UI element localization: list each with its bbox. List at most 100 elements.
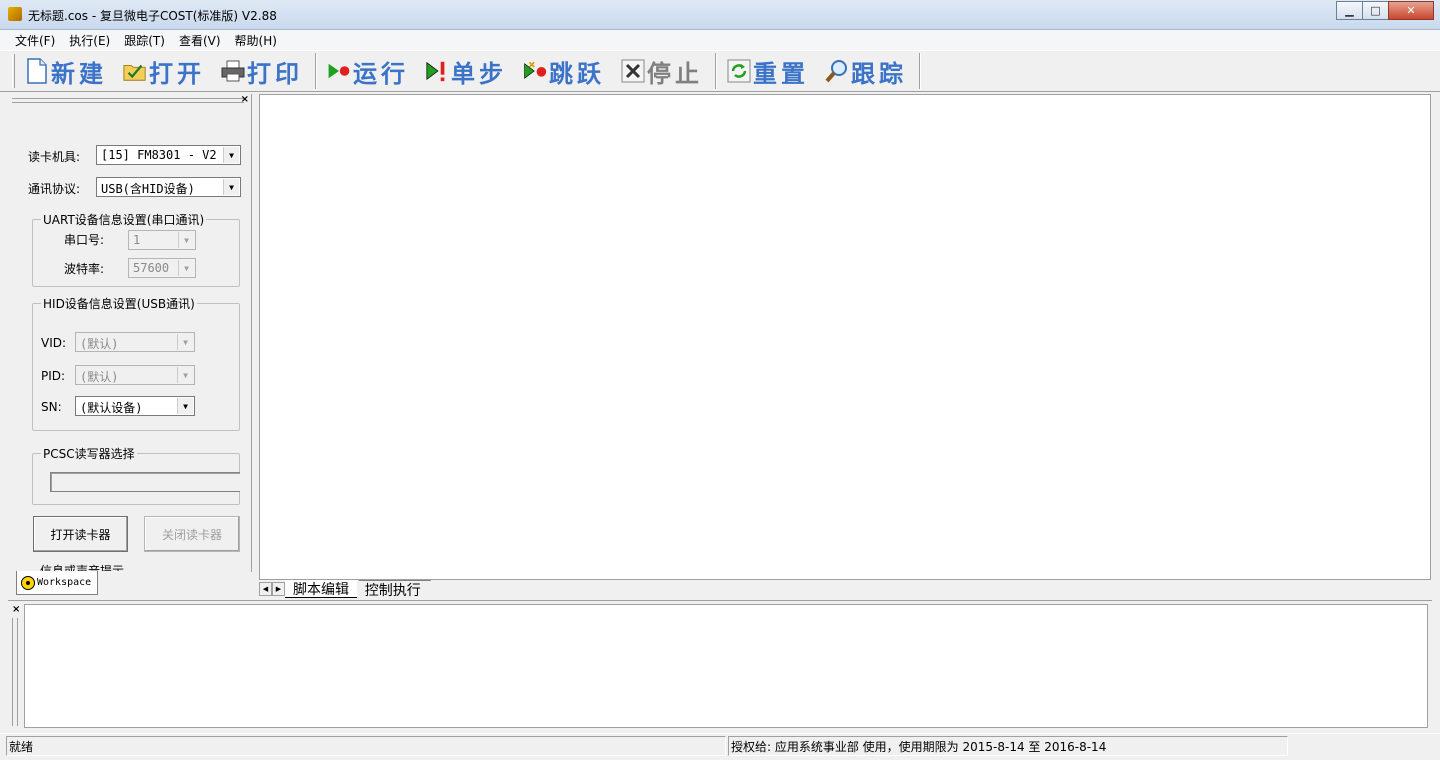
printer-icon [221, 59, 245, 83]
new-document-icon [25, 58, 49, 84]
reader-label: 读卡机具: [28, 150, 81, 164]
sn-label: SN: [41, 400, 62, 414]
menu-help[interactable]: 帮助(H) [228, 32, 284, 49]
new-label: 新建 [51, 58, 107, 88]
status-license: 授权给: 应用系统事业部 使用，使用期限为 2015-8-14 至 2016-8… [728, 736, 1288, 756]
port-label: 串口号: [64, 233, 105, 247]
open-folder-icon [123, 59, 147, 83]
workspace-tab[interactable]: Workspace [16, 571, 98, 595]
output-grip[interactable] [12, 618, 18, 726]
toolbar-separator [919, 53, 921, 89]
jump-button[interactable]: 跳跃 [519, 54, 609, 88]
chevron-down-icon: ▼ [178, 232, 194, 248]
stop-button[interactable]: 停止 [617, 54, 707, 88]
menu-trace[interactable]: 跟踪(T) [117, 32, 172, 49]
vid-select: (默认) ▼ [75, 332, 195, 352]
hid-group-title: HID设备信息设置(USB通讯) [41, 295, 197, 312]
script-editor[interactable] [259, 94, 1431, 580]
port-select: 1 ▼ [128, 230, 196, 250]
minimize-button[interactable]: ▁ [1336, 1, 1363, 20]
baud-select: 57600 ▼ [128, 258, 196, 278]
toolbar-separator [315, 53, 317, 89]
magnifier-icon [825, 59, 849, 83]
print-label: 打印 [247, 58, 303, 88]
step-button[interactable]: 单步 [421, 54, 511, 88]
sn-select[interactable]: (默认设备) ▼ [75, 396, 195, 416]
workspace-close-button[interactable]: × [241, 94, 249, 105]
chevron-down-icon: ▼ [177, 367, 193, 383]
jump-label: 跳跃 [549, 58, 605, 88]
trace-label: 跟踪 [851, 58, 907, 88]
protocol-select-value: USB(含HID设备) [101, 182, 195, 196]
chevron-down-icon: ▼ [177, 334, 193, 350]
pcsc-reader-select[interactable] [50, 472, 240, 492]
output-close-button[interactable]: × [12, 604, 20, 615]
tab-script-edit[interactable]: 脚本编辑 [285, 580, 357, 598]
pid-label: PID: [41, 369, 66, 383]
vid-select-value: (默认) [80, 337, 119, 351]
chevron-down-icon: ▼ [223, 179, 239, 195]
close-button[interactable]: ✕ [1388, 1, 1434, 20]
vid-label: VID: [41, 336, 67, 350]
open-label: 打开 [149, 58, 205, 88]
protocol-label: 通讯协议: [28, 182, 81, 196]
pcsc-group-title: PCSC读写器选择 [41, 445, 137, 462]
step-label: 单步 [451, 58, 507, 88]
window-title: 无标题.cos - 复旦微电子COST(标准版) V2.88 [28, 9, 277, 23]
menu-view[interactable]: 查看(V) [172, 32, 228, 49]
print-button[interactable]: 打印 [217, 54, 307, 88]
toolbar-separator [715, 53, 717, 89]
trace-button[interactable]: 跟踪 [821, 54, 911, 88]
baud-select-value: 57600 [133, 261, 170, 275]
menu-bar: 文件(F) 执行(E) 跟踪(T) 查看(V) 帮助(H) [0, 30, 1440, 50]
pid-select: (默认) ▼ [75, 365, 195, 385]
pid-select-value: (默认) [80, 370, 119, 384]
pcsc-group: PCSC读写器选择 [32, 445, 240, 505]
tab-scroll-left-button[interactable]: ◀ [259, 582, 272, 596]
close-reader-button: 关闭读卡器 [144, 516, 240, 552]
radiation-icon [21, 575, 35, 590]
chevron-down-icon: ▼ [223, 147, 239, 163]
reader-select[interactable]: [15] FM8301 - V2 ▼ [96, 145, 241, 165]
new-button[interactable]: 新建 [21, 54, 111, 88]
port-select-value: 1 [133, 233, 141, 247]
run-label: 运行 [353, 58, 409, 88]
status-ready: 就绪 [6, 736, 726, 756]
output-text-area[interactable] [24, 604, 1428, 728]
maximize-button[interactable]: □ [1362, 1, 1389, 20]
stop-label: 停止 [647, 58, 703, 88]
app-icon [8, 7, 22, 21]
tab-control-execute-label: 控制执行 [364, 582, 421, 599]
tab-control-execute[interactable]: 控制执行 [355, 580, 431, 599]
workspace-panel: × 读卡机具: [15] FM8301 - V2 ▼ 通讯协议: USB(含HI… [8, 94, 252, 572]
reset-label: 重置 [753, 58, 809, 88]
protocol-select[interactable]: USB(含HID设备) ▼ [96, 177, 241, 197]
sn-select-value: (默认设备) [80, 401, 143, 415]
reset-button[interactable]: 重置 [723, 54, 813, 88]
stop-icon [621, 59, 645, 83]
tab-script-edit-label: 脚本编辑 [293, 581, 349, 598]
chevron-down-icon: ▼ [178, 260, 194, 276]
step-icon [425, 59, 449, 83]
uart-group: UART设备信息设置(串口通讯) 串口号: 1 ▼ 波特率: 57600 ▼ [32, 211, 240, 287]
jump-icon [523, 59, 547, 83]
run-icon [327, 59, 351, 83]
menu-file[interactable]: 文件(F) [8, 32, 62, 49]
open-reader-button[interactable]: 打开读卡器 [33, 516, 128, 552]
reset-icon [727, 59, 751, 83]
menu-execute[interactable]: 执行(E) [62, 32, 117, 49]
tab-scroll-right-button[interactable]: ▶ [272, 582, 285, 596]
status-bar: 就绪 授权给: 应用系统事业部 使用，使用期限为 2015-8-14 至 201… [0, 733, 1440, 760]
reader-select-value: [15] FM8301 - V2 [101, 148, 217, 162]
chevron-down-icon: ▼ [177, 398, 193, 414]
sound-hint-label: 信息或声音提示 [40, 564, 125, 571]
hid-group: HID设备信息设置(USB通讯) VID: (默认) ▼ PID: (默认) ▼… [32, 295, 240, 431]
toolbar: 新建 打开 打印 运行 单步 跳跃 停止 重置 跟踪 [0, 50, 1440, 92]
workspace-grip[interactable] [12, 98, 244, 103]
window-controls: ▁ □ ✕ [1336, 1, 1434, 20]
run-button[interactable]: 运行 [323, 54, 413, 88]
workspace-tab-label: Workspace [37, 577, 92, 588]
toolbar-grip[interactable] [12, 54, 15, 88]
baud-label: 波特率: [64, 262, 105, 276]
open-button[interactable]: 打开 [119, 54, 209, 88]
